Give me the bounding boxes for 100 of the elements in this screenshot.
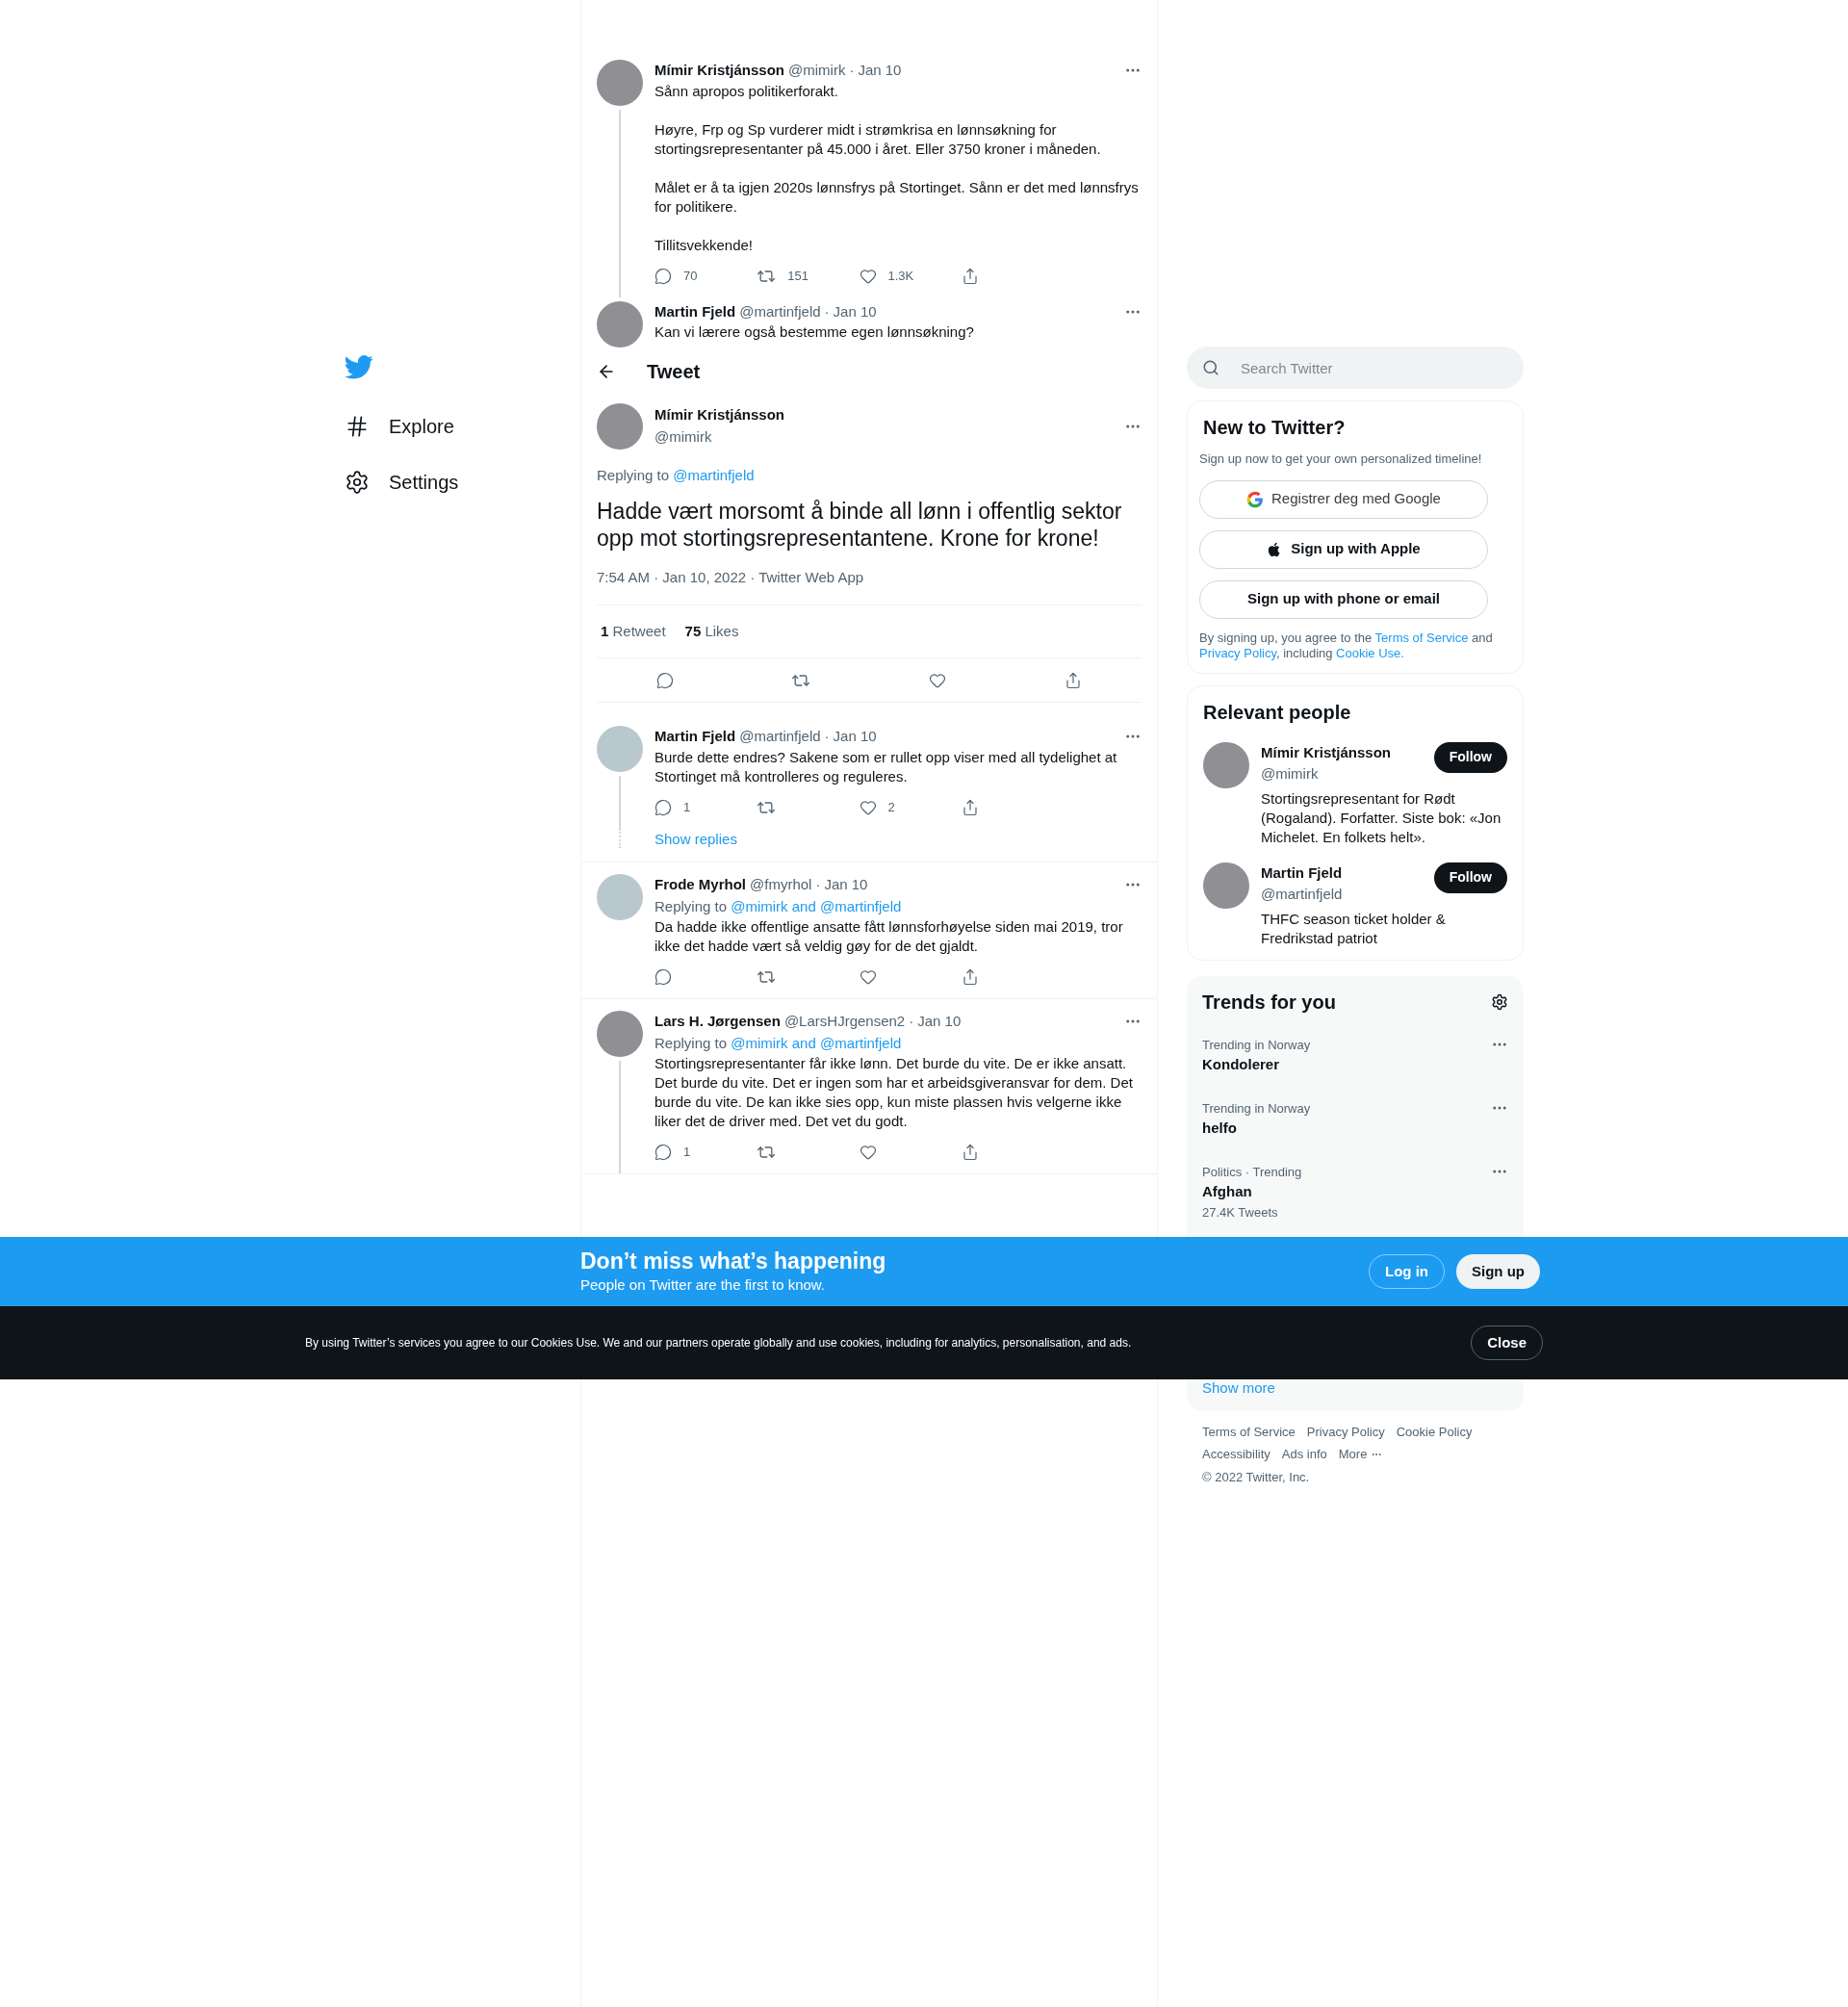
tweet-text: Kan vi lærere også bestemme egen lønnsøkning? <box>654 322 975 342</box>
share-icon <box>961 798 979 816</box>
person-name[interactable]: Mímir Kristjánsson <box>1261 741 1392 763</box>
reply-icon <box>655 671 674 689</box>
author-handle[interactable]: @martinfjeld <box>739 726 821 748</box>
search-icon <box>1202 359 1219 376</box>
author-handle[interactable]: @LarsHJrgensen2 <box>783 1011 906 1033</box>
person-bio: THFC season ticket holder & Fredrikstad patriot <box>1261 909 1447 948</box>
author-handle[interactable]: @mimirk <box>788 60 846 82</box>
share-icon <box>961 267 979 285</box>
footer-link[interactable]: Privacy Policy <box>1306 1422 1385 1441</box>
person-handle[interactable]: @martinfjeld <box>1261 884 1343 906</box>
card-subtitle: Sign up now to get your own personalized timeline! <box>1199 450 1483 468</box>
tweet-date[interactable]: Jan 10 <box>833 300 877 322</box>
author-name[interactable]: Lars H. Jørgensen <box>654 1011 781 1033</box>
trend-item[interactable]: Trending in Norway helfo <box>1187 1087 1524 1151</box>
reply-button[interactable]: 1 <box>654 1143 757 1162</box>
follow-button[interactable]: Follow <box>1433 862 1507 893</box>
nav-item[interactable]: Explore <box>337 400 580 452</box>
tweet-date[interactable]: Jan 10 <box>824 874 868 896</box>
trend-context: Politics · Trending <box>1202 1163 1302 1181</box>
footer-link[interactable]: Accessibility <box>1202 1445 1270 1464</box>
separator-dot: · <box>824 727 830 746</box>
like-button[interactable]: 2 <box>859 797 962 817</box>
like-button[interactable]: 1.3K <box>859 266 962 286</box>
avatar-photo-placeholder[interactable] <box>597 300 643 347</box>
trend-context: Trending in Norway <box>1202 1036 1311 1054</box>
footer-link[interactable]: Terms of Service <box>1202 1422 1296 1441</box>
card-title: Relevant people <box>1203 700 1352 725</box>
author-name[interactable]: Frode Myrhol <box>654 874 746 896</box>
trend-item[interactable]: Politics · Trending Afghan 27.4K Tweets <box>1187 1150 1524 1233</box>
reply-button[interactable]: 70 <box>654 266 757 286</box>
author-handle[interactable]: @martinfjeld <box>739 300 821 322</box>
author-handle[interactable]: @mimirk <box>654 425 1113 448</box>
banner-title: Don’t miss what’s happening <box>580 1247 886 1274</box>
nav-item[interactable]: Settings <box>337 456 580 508</box>
settings-icon <box>345 470 370 495</box>
share-icon <box>961 1144 979 1161</box>
tweet-text: Da hadde ikke offentlige ansatte fått lønnsforhøyelse siden mai 2019, tror ikke det hadde vært så veldig gøy for de det gjaldt. <box>654 917 1124 956</box>
author-handle[interactable]: @fmyrhol <box>750 874 812 896</box>
author-name[interactable]: Mímir Kristjánsson <box>654 60 785 82</box>
footer-link[interactable]: Ads info <box>1281 1445 1327 1464</box>
tweet-timestamp[interactable]: 7:54 AM · Jan 10, 2022 · Twitter Web App <box>597 567 1142 605</box>
google-g-icon <box>1246 490 1265 508</box>
tweet-date[interactable]: Jan 10 <box>833 726 877 748</box>
avatar[interactable] <box>597 874 643 920</box>
reply-button[interactable]: 1 <box>654 797 757 817</box>
reply-icon <box>654 1144 672 1161</box>
author-name[interactable]: Martin Fjeld <box>654 300 736 322</box>
footer-link[interactable]: Cookie Policy <box>1396 1422 1473 1441</box>
heart-icon <box>859 267 877 285</box>
avatar-photo-placeholder[interactable] <box>597 1011 643 1057</box>
tweet-date[interactable]: Jan 10 <box>917 1011 962 1033</box>
engagement-count[interactable]: 1 Retweet <box>601 620 666 642</box>
person-handle[interactable]: @mimirk <box>1261 763 1392 785</box>
heart-icon <box>859 798 877 816</box>
card-title: Trends for you <box>1202 990 1336 1015</box>
avatar-photo-placeholder[interactable] <box>597 402 643 450</box>
reply-icon <box>654 968 672 986</box>
retweet-button[interactable]: 151 <box>757 266 860 286</box>
tweet-text: Burde dette endres? Sakene som er rullet opp viser med all tydelighet at Stortinget må kontrolleres og reguleres. <box>654 747 1118 786</box>
trend-item[interactable]: Trending in Norway Kondolerer <box>1187 1023 1524 1088</box>
replying-to-text: Replying to @mimirk and @martinfjeld <box>654 1033 903 1053</box>
tweet-text: Stortingsrepresentanter får ikke lønn. Det burde du vite. De er ikke ansatt. Det burde du vite. Det er ingen som har et arbeidsgiveransvar for dem. Det burde du vite. De kan ikke sies opp, kun miste plassen hvis velgerne ikke liker det de driver med. Det vet du godt. <box>654 1054 1134 1131</box>
heart-icon <box>859 1144 877 1161</box>
copyright-text: © 2022 Twitter, Inc. <box>1202 1468 1311 1486</box>
engagement-count[interactable]: 75 Likes <box>684 620 739 642</box>
author-name[interactable]: Martin Fjeld <box>654 726 736 748</box>
person-name[interactable]: Martin Fjeld <box>1261 862 1343 884</box>
trend-context: Trending in Norway <box>1202 1099 1311 1118</box>
avatar-photo-placeholder[interactable] <box>1203 862 1249 909</box>
banner-subtitle: People on Twitter are the first to know. <box>580 1274 827 1295</box>
card-title: New to Twitter? <box>1202 416 1347 440</box>
heart-icon <box>928 671 946 689</box>
more-link[interactable]: More <box>1338 1445 1383 1464</box>
cookie-notice: By using Twitter’s services you agree to our Cookies Use. We and our partners operate globally and use cookies, including for analytics, personalisation, and ads. <box>305 1335 1132 1351</box>
separator-dot: · <box>849 61 855 80</box>
follow-button[interactable]: Follow <box>1433 741 1507 773</box>
trend-name: Kondolerer <box>1202 1055 1280 1074</box>
search-field[interactable]: Search Twitter <box>1187 347 1524 389</box>
trend-name: helfo <box>1202 1119 1238 1138</box>
share-icon <box>961 968 979 986</box>
avatar-photo-placeholder[interactable] <box>1203 741 1249 788</box>
tweet-text: Hadde vært morsomt å binde all lønn i offentlig sektor opp mot stortingsrepresentantene. Krone for krone! <box>597 498 1123 552</box>
bird-logo-icon[interactable] <box>345 352 373 381</box>
avatar[interactable] <box>597 726 643 772</box>
replying-to-text: Replying to @mimirk and @martinfjeld <box>654 896 903 916</box>
separator-dot: · <box>824 301 830 322</box>
trend-count: 27.4K Tweets <box>1202 1203 1279 1222</box>
signup-button[interactable]: Sign up <box>1456 1254 1540 1289</box>
replying-to-text: Replying to @martinfjeld <box>597 465 756 485</box>
person-bio: Stortingsrepresentant for Rødt (Rogaland). Forfatter. Siste bok: «Jon Michelet. En folkets helt». <box>1261 788 1502 847</box>
trend-name: Afghan <box>1202 1182 1253 1201</box>
tweet-date[interactable]: Jan 10 <box>858 60 902 82</box>
page-title: Tweet <box>647 359 701 384</box>
share-icon <box>1065 671 1083 689</box>
reply-icon <box>654 267 672 285</box>
settings-icon[interactable] <box>1491 992 1508 1011</box>
avatar-photo-placeholder[interactable] <box>597 60 643 106</box>
author-name[interactable]: Mímir Kristjánsson <box>654 404 1113 426</box>
